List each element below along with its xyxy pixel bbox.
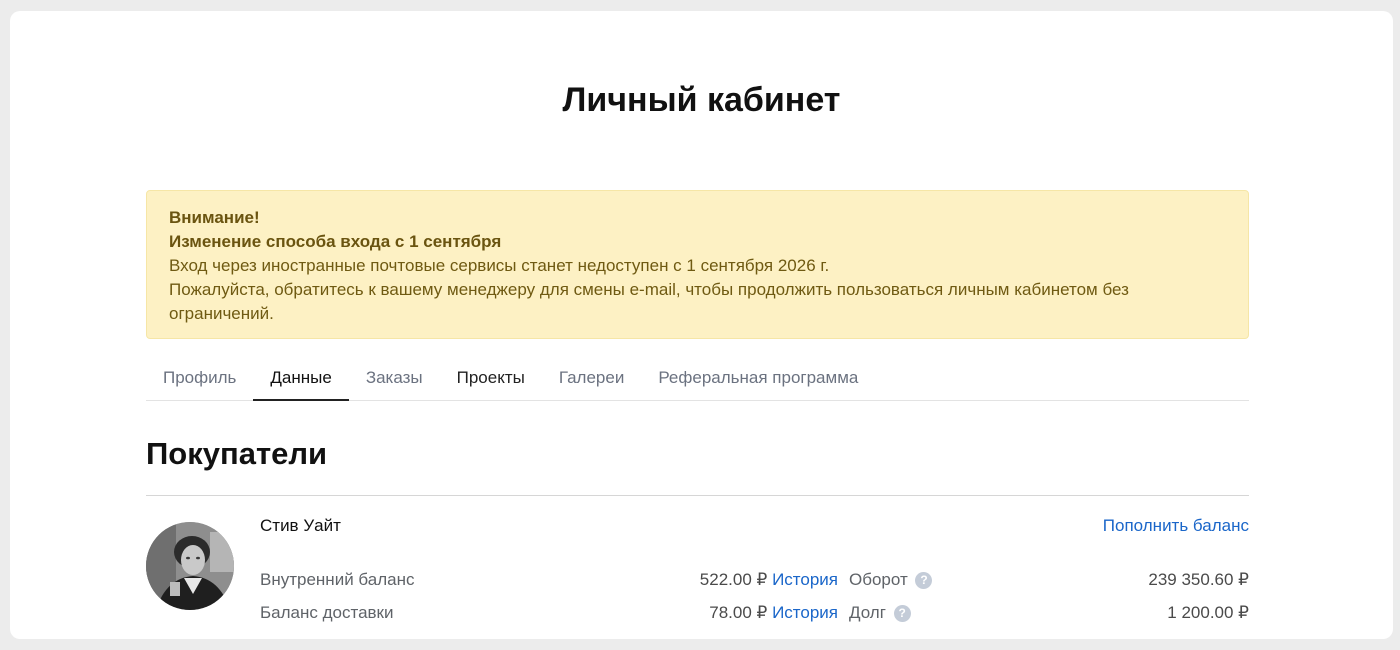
turnover-label: Оборот xyxy=(849,570,908,589)
debt-label: Долг xyxy=(849,603,886,622)
page-title: Личный кабинет xyxy=(562,81,841,119)
account-tabs: Профиль Данные Заказы Проекты Галереи Ре… xyxy=(146,361,1249,401)
alert-heading: Внимание! xyxy=(169,208,260,227)
internal-balance-history-link[interactable]: История xyxy=(772,570,838,589)
internal-balance-label: Внутренний баланс xyxy=(260,570,415,589)
help-icon[interactable]: ? xyxy=(893,605,911,622)
delivery-balance-label: Баланс доставки xyxy=(260,603,394,622)
debt-label-group: Долг ? xyxy=(849,601,911,625)
internal-balance-amount: 522.00 ₽ xyxy=(699,570,768,589)
delivery-balance-amount-group: 78.00 ₽ История xyxy=(709,601,838,625)
tab-referral-program[interactable]: Реферальная программа xyxy=(641,361,875,401)
section-title: Покупатели xyxy=(146,436,328,471)
tab-projects[interactable]: Проекты xyxy=(440,361,542,401)
alert-text-line: ограничений. xyxy=(169,304,274,323)
tab-data[interactable]: Данные xyxy=(253,361,349,401)
account-card: Личный кабинет Внимание! Изменение спосо… xyxy=(10,11,1393,639)
tab-profile[interactable]: Профиль xyxy=(146,361,253,401)
delivery-balance-amount: 78.00 ₽ xyxy=(709,603,768,622)
help-icon[interactable]: ? xyxy=(915,572,933,589)
internal-balance-amount-group: 522.00 ₽ История xyxy=(700,568,838,592)
warning-alert: Внимание! Изменение способа входа с 1 се… xyxy=(146,190,1249,339)
portrait-image xyxy=(146,522,234,610)
turnover-value: 239 350.60 ₽ xyxy=(1148,570,1249,589)
internal-balance-row: Внутренний баланс 522.00 ₽ История Оборо… xyxy=(260,568,1249,592)
alert-text-line: Вход через иностранные почтовые сервисы … xyxy=(169,256,830,275)
tab-orders[interactable]: Заказы xyxy=(349,361,440,401)
debt-value: 1 200.00 ₽ xyxy=(1167,603,1249,622)
top-up-balance-link[interactable]: Пополнить баланс xyxy=(1103,516,1249,536)
turnover-label-group: Оборот ? xyxy=(849,568,933,592)
delivery-balance-row: Баланс доставки 78.00 ₽ История Долг ? 1… xyxy=(260,601,1249,625)
alert-subheading: Изменение способа входа с 1 сентября xyxy=(169,232,502,251)
avatar xyxy=(146,522,234,610)
section-divider xyxy=(146,495,1249,496)
tab-galleries[interactable]: Галереи xyxy=(542,361,642,401)
delivery-balance-history-link[interactable]: История xyxy=(772,603,838,622)
alert-text-line: Пожалуйста, обратитесь к вашему менеджер… xyxy=(169,280,1129,299)
buyer-name: Стив Уайт xyxy=(260,516,341,535)
